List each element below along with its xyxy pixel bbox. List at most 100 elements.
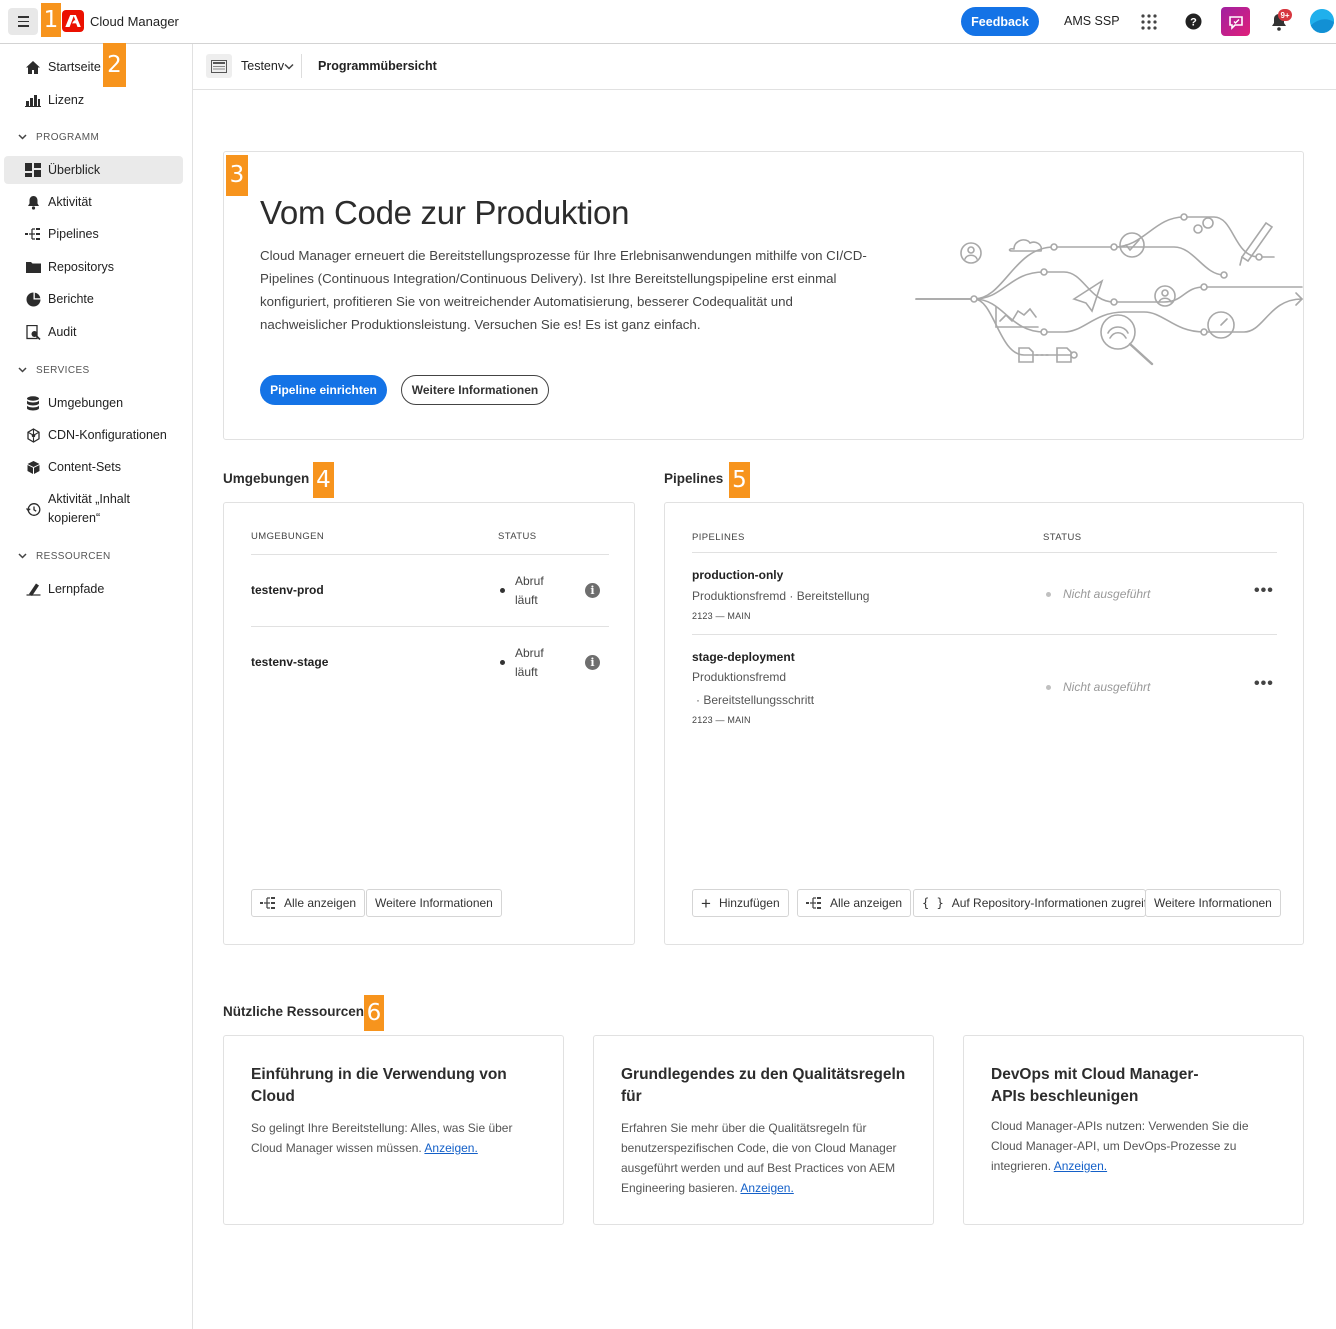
resource-title: Einführung in die Verwendung von Cloud [251, 1066, 507, 1105]
program-icon [206, 54, 232, 78]
divider [251, 554, 609, 555]
org-switcher[interactable]: AMS SSP [1064, 14, 1120, 28]
sidebar-item-learning-paths[interactable]: Lernpfade [4, 575, 183, 603]
annotation-marker-4: 4 [313, 462, 334, 498]
more-actions-icon[interactable]: ••• [1254, 675, 1274, 693]
code-braces-icon: { } [922, 896, 944, 910]
sidebar-item-activity[interactable]: Aktivität [4, 188, 183, 216]
sidebar-item-content-sets[interactable]: Content-Sets [4, 453, 183, 481]
ci-cd-illustration [914, 207, 1304, 385]
database-icon [24, 395, 42, 411]
section-header-program[interactable]: PROGRAMM [18, 132, 99, 143]
help-icon[interactable]: ? [1185, 13, 1202, 33]
sidebar-item-audit[interactable]: Audit [4, 318, 183, 346]
resource-title: Grundlegendes zu den Qualitätsregeln für [621, 1066, 906, 1105]
pipelines-learn-more-button[interactable]: Weitere Informationen [1145, 889, 1281, 917]
bell-icon [24, 194, 42, 210]
annotation-marker-6: 6 [364, 995, 384, 1031]
status-text: Abruf läuft [515, 574, 544, 607]
environment-name[interactable]: testenv-stage [251, 655, 328, 669]
experience-cloud-icon[interactable] [1221, 7, 1250, 36]
breadcrumb: Testenv Programmübersicht [193, 44, 1336, 90]
annotation-marker-5: 5 [729, 462, 750, 498]
sidebar-item-repositories[interactable]: Repositorys [4, 253, 183, 281]
status-indicator [1046, 592, 1051, 597]
sidebar-item-label: Überblick [48, 163, 101, 177]
apps-grid-icon[interactable] [1141, 14, 1157, 33]
resource-card[interactable]: DevOps mit Cloud Manager-APIs beschleuni… [963, 1035, 1304, 1225]
sidebar-item-license[interactable]: Lizenz [4, 86, 183, 114]
hero-description: Cloud Manager erneuert die Bereitstellun… [260, 248, 867, 332]
repository-info-button[interactable]: { } Auf Repository-Informationen zugreif… [913, 889, 1146, 917]
annotation-marker-1: 1 [41, 3, 61, 37]
menu-icon[interactable] [8, 8, 38, 35]
sidebar-item-label: Lernpfade [48, 582, 105, 596]
setup-pipeline-button[interactable]: Pipeline einrichten [260, 375, 387, 405]
section-header-services[interactable]: SERVICES [18, 365, 90, 376]
show-all-environments-button[interactable]: Alle anzeigen [251, 889, 366, 917]
divider [301, 54, 302, 78]
info-icon[interactable]: i [585, 583, 600, 598]
program-selector[interactable]: Testenv [241, 59, 284, 73]
column-header-status: STATUS [498, 531, 537, 542]
sidebar-item-copy-content-activity[interactable]: Aktivität „Inhalt kopieren“ [4, 489, 183, 529]
column-header-environments: UMGEBUNGEN [251, 531, 325, 542]
sidebar-item-label: Startseite [48, 60, 101, 74]
sidebar-item-pipelines[interactable]: Pipelines [4, 220, 183, 248]
pipeline-branch: 2123 — MAIN [692, 611, 751, 621]
sidebar-item-label: Lizenz [48, 93, 85, 107]
environment-name[interactable]: testenv-prod [251, 583, 324, 597]
learn-icon [24, 581, 42, 597]
plus-icon: + [701, 893, 711, 913]
sidebar-item-home[interactable]: Startseite [4, 53, 183, 81]
more-actions-icon[interactable]: ••• [1254, 582, 1274, 600]
resource-card[interactable]: Einführung in die Verwendung von Cloud S… [223, 1035, 564, 1225]
pipeline-name[interactable]: production-only [692, 568, 783, 582]
folder-icon [24, 259, 42, 275]
chevron-down-icon [18, 365, 27, 376]
show-all-pipelines-button[interactable]: Alle anzeigen [797, 889, 912, 917]
pipeline-name[interactable]: stage-deployment [692, 650, 795, 664]
sidebar-item-label: Aktivität „Inhalt kopieren“ [48, 492, 130, 525]
divider [692, 634, 1277, 635]
sidebar-item-label: Aktivität [48, 195, 92, 209]
sidebar-item-label: Pipelines [48, 227, 99, 241]
resource-link[interactable]: Anzeigen. [424, 1141, 477, 1155]
environments-heading: Umgebungen [223, 471, 310, 486]
add-pipeline-button[interactable]: + Hinzufügen [692, 889, 789, 917]
chevron-down-icon[interactable] [284, 59, 294, 73]
info-icon[interactable]: i [585, 655, 600, 670]
resource-card[interactable]: Grundlegendes zu den Qualitätsregeln für… [593, 1035, 934, 1225]
hero-card: 3 Vom Code zur Produktion Cloud Manager … [223, 151, 1304, 440]
chevron-down-icon [18, 132, 27, 143]
resource-body: So gelingt Ihre Bereitstellung: Alles, w… [251, 1121, 513, 1155]
sidebar-item-cdn[interactable]: CDN-Konfigurationen [4, 421, 183, 449]
adobe-logo[interactable] [62, 10, 84, 32]
sidebar-item-label: CDN-Konfigurationen [48, 428, 167, 442]
pipeline-status: Nicht ausgeführt [1063, 680, 1151, 694]
resource-link[interactable]: Anzeigen. [740, 1181, 793, 1195]
license-icon [24, 92, 42, 108]
environments-learn-more-button[interactable]: Weitere Informationen [366, 889, 502, 917]
sidebar-item-reports[interactable]: Berichte [4, 285, 183, 313]
sidebar-item-environments[interactable]: Umgebungen [4, 389, 183, 417]
avatar[interactable] [1310, 9, 1334, 33]
resources-heading: Nützliche Ressourcen [223, 1004, 365, 1019]
section-header-resources[interactable]: RESSOURCEN [18, 551, 111, 562]
app-name[interactable]: Cloud Manager [90, 14, 179, 29]
notification-badge: 9+ [1278, 9, 1292, 21]
learn-more-button[interactable]: Weitere Informationen [401, 375, 549, 405]
page-title: Programmübersicht [318, 59, 437, 73]
hero-title: Vom Code zur Produktion [260, 194, 630, 231]
chevron-down-icon [18, 551, 27, 562]
sidebar-item-overview[interactable]: Überblick [4, 156, 183, 184]
pipeline-kind: · Bereitstellungsschritt [696, 693, 815, 707]
resource-link[interactable]: Anzeigen. [1054, 1159, 1107, 1173]
sidebar-item-label: Berichte [48, 292, 94, 306]
resource-body: Erfahren Sie mehr über die Qualitätsrege… [621, 1121, 897, 1195]
column-header-pipelines: PIPELINES [692, 532, 745, 543]
box-icon [24, 459, 42, 475]
resource-title: DevOps mit Cloud Manager-APIs beschleuni… [991, 1066, 1199, 1105]
pipeline-type: Produktionsfremd [692, 670, 787, 684]
feedback-button[interactable]: Feedback [961, 7, 1039, 36]
